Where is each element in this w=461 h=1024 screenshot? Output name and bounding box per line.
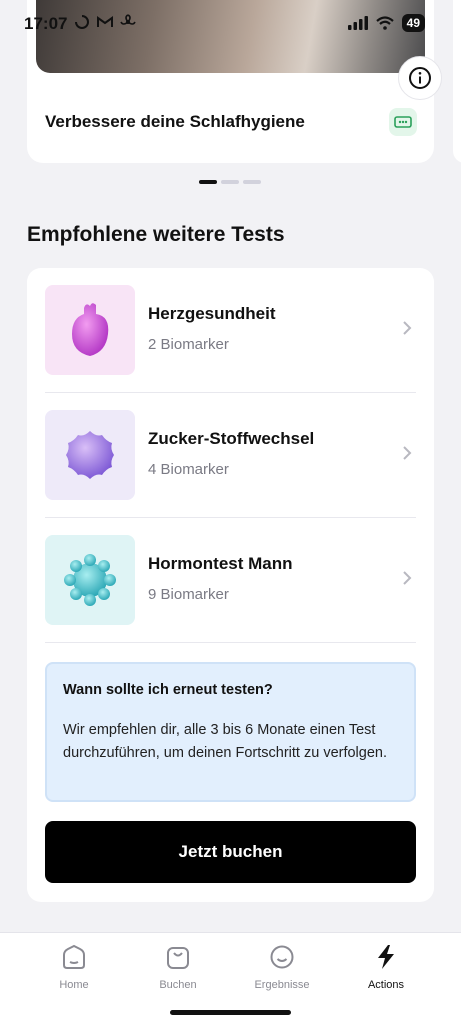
- divider: [45, 642, 416, 643]
- sugar-crystal-icon: [66, 431, 114, 479]
- test-item-hormontest-mann[interactable]: Hormontest Mann 9 Biomarker: [45, 518, 416, 643]
- test-name: Herzgesundheit: [148, 304, 276, 323]
- nav-item-buchen[interactable]: Buchen: [128, 943, 228, 991]
- fan-icon: [120, 14, 136, 25]
- test-name: Hormontest Mann: [148, 554, 293, 573]
- home-icon: [63, 944, 85, 969]
- status-icons-left: [74, 14, 136, 30]
- cellular-signal-icon: [347, 16, 368, 30]
- smiley-icon: [270, 945, 294, 969]
- test-item-zucker-stoffwechsel[interactable]: Zucker-Stoffwechsel 4 Biomarker: [45, 393, 416, 518]
- test-biomarker-count: 4 Biomarker: [148, 461, 229, 478]
- heart-icon: [72, 303, 109, 356]
- carousel-pagination[interactable]: [199, 180, 261, 184]
- activity-ring-icon: [75, 15, 89, 29]
- test-name: Zucker-Stoffwechsel: [148, 429, 315, 448]
- nav-label: Buchen: [159, 979, 197, 991]
- page: Verbessere deine Schlafhygiene 17:07 49 …: [0, 0, 461, 1024]
- shopping-bag-icon: [167, 947, 189, 969]
- test-thumbnail: [45, 285, 135, 375]
- gmail-icon: [97, 16, 113, 27]
- wifi-icon: [375, 16, 394, 30]
- test-item-herzgesundheit[interactable]: Herzgesundheit 2 Biomarker: [45, 268, 416, 393]
- test-biomarker-count: 9 Biomarker: [148, 586, 229, 603]
- home-indicator[interactable]: [170, 1010, 291, 1015]
- chevron-right-icon: [403, 321, 412, 335]
- ticket-icon: [389, 108, 417, 136]
- test-thumbnail: [45, 410, 135, 500]
- test-thumbnail: [45, 535, 135, 625]
- nav-item-actions[interactable]: Actions: [336, 943, 436, 991]
- nav-label: Home: [59, 979, 89, 991]
- action-card-title: Verbessere deine Schlafhygiene: [45, 112, 305, 131]
- lightning-icon: [378, 945, 394, 969]
- status-icons-right: 49: [347, 14, 425, 32]
- bottom-navigation: Home Buchen Ergebnisse Actions: [0, 932, 461, 1024]
- info-box-title: Wann sollte ich erneut testen?: [63, 682, 273, 698]
- nav-label: Actions: [367, 979, 405, 991]
- status-bar: 17:07 49: [0, 0, 461, 46]
- info-button[interactable]: [398, 56, 442, 100]
- section-title: Empfohlene weitere Tests: [27, 223, 285, 246]
- battery-indicator: 49: [401, 14, 425, 32]
- retest-info-box: Wann sollte ich erneut testen? Wir empfe…: [45, 662, 416, 802]
- carousel-dot[interactable]: [199, 180, 217, 184]
- carousel-dot[interactable]: [243, 180, 261, 184]
- nav-label: Ergebnisse: [254, 979, 310, 991]
- book-now-button[interactable]: Jetzt buchen: [45, 821, 416, 883]
- nav-item-home[interactable]: Home: [24, 943, 124, 991]
- carousel-dot[interactable]: [221, 180, 239, 184]
- info-box-body: Wir empfehlen dir, alle 3 bis 6 Monate e…: [63, 722, 387, 761]
- nav-item-ergebnisse[interactable]: Ergebnisse: [232, 943, 332, 991]
- info-icon: [409, 67, 431, 89]
- status-time: 17:07: [24, 14, 68, 33]
- chevron-right-icon: [403, 446, 412, 460]
- hormone-molecule-icon: [64, 554, 116, 606]
- chevron-right-icon: [403, 571, 412, 585]
- recommended-tests-card: Herzgesundheit 2 Biomarker Zucker-Stoffw…: [27, 268, 434, 902]
- test-biomarker-count: 2 Biomarker: [148, 336, 229, 353]
